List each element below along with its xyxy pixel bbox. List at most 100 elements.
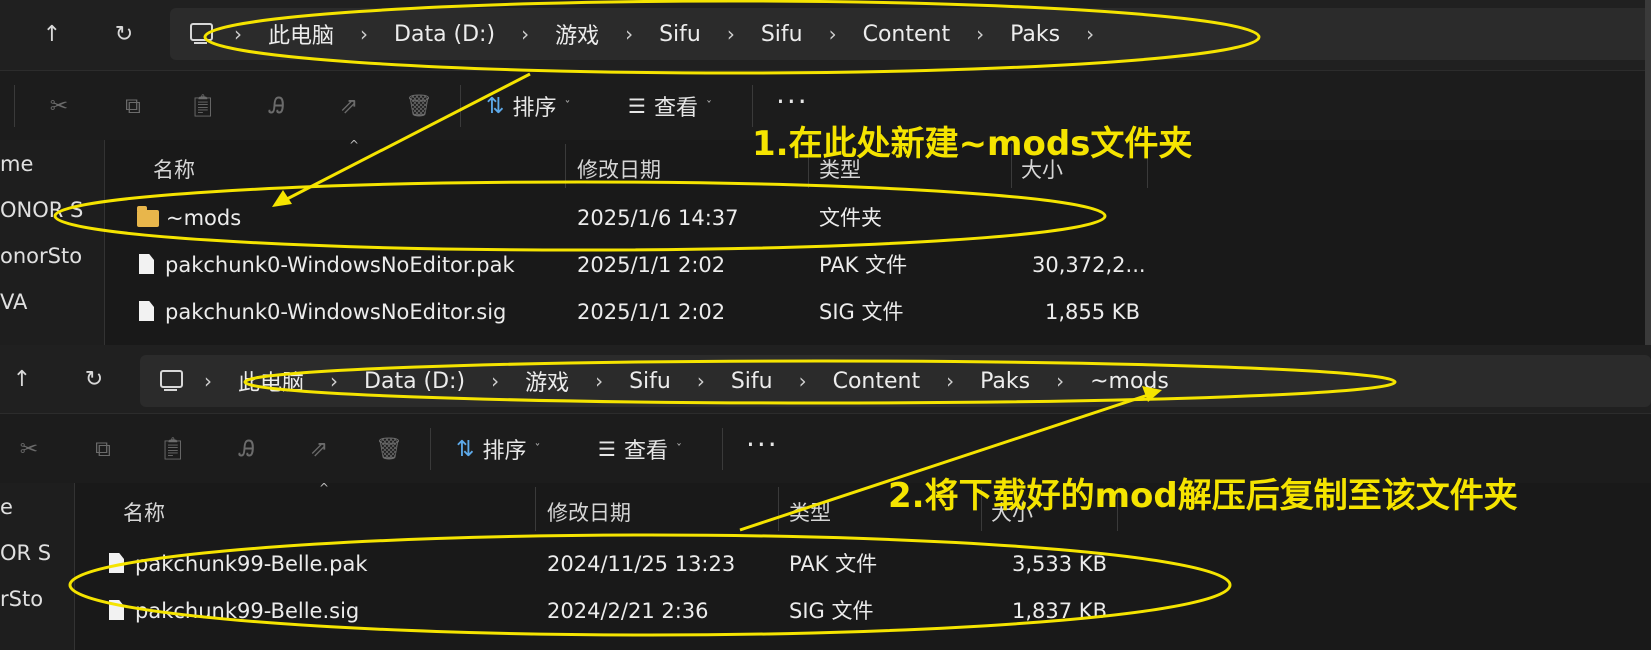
file-date: 2024/11/25 13:23 [547, 552, 736, 576]
copy-icon[interactable]: ⧉ [86, 432, 120, 466]
breadcrumb-games[interactable]: 游戏 [543, 18, 611, 50]
breadcrumb-sifu-sub[interactable]: Sifu [749, 22, 815, 47]
explorer-window-paks: ↑ ↻ › 此电脑 › Data (D:) › 游戏 › Sifu › Sifu… [0, 0, 1651, 345]
breadcrumb-games[interactable]: 游戏 [513, 365, 581, 397]
rename-icon[interactable]: Ꭿ [230, 432, 264, 466]
sort-label: 排序 [512, 96, 557, 121]
file-size: 1,855 KB [1045, 300, 1140, 324]
view-button[interactable]: ☰ 查看 ˇ [628, 89, 712, 123]
refresh-icon[interactable]: ↻ [76, 361, 112, 397]
arrow-up-icon[interactable]: ↑ [34, 16, 70, 52]
toolbar-divider [722, 428, 723, 470]
chevron-right-icon[interactable]: › [1042, 369, 1078, 393]
delete-icon[interactable]: 🗑︎ [372, 432, 406, 466]
file-size: 3,533 KB [1012, 552, 1107, 576]
view-icon: ☰ [628, 94, 646, 118]
file-row[interactable]: pakchunk0-WindowsNoEditor.sig 2025/1/1 2… [105, 289, 1651, 335]
chevron-right-icon[interactable]: › [683, 369, 719, 393]
sort-button[interactable]: ⇅ 排序 ˇ [486, 89, 570, 123]
chevron-right-icon[interactable]: › [220, 22, 256, 46]
column-header-date[interactable]: 修改日期 [577, 154, 661, 184]
chevron-right-icon[interactable]: › [932, 369, 968, 393]
chevron-right-icon[interactable]: › [190, 369, 226, 393]
address-bar[interactable]: › 此电脑 › Data (D:) › 游戏 › Sifu › Sifu › C… [170, 8, 1651, 60]
navigation-pane: e OR S rSto [0, 483, 75, 650]
breadcrumb-drive[interactable]: Data (D:) [382, 22, 507, 47]
file-type: PAK 文件 [789, 552, 878, 576]
window-edge [1645, 0, 1651, 345]
chevron-right-icon[interactable]: › [477, 369, 513, 393]
computer-icon[interactable] [158, 369, 184, 393]
toolbar-divider [430, 428, 431, 470]
chevron-right-icon[interactable]: › [316, 369, 352, 393]
breadcrumb-this-pc[interactable]: 此电脑 [256, 18, 346, 50]
file-date: 2024/2/21 2:36 [547, 599, 709, 623]
nav-item[interactable]: rSto [0, 587, 74, 611]
delete-icon[interactable]: 🗑︎ [402, 89, 436, 123]
computer-icon[interactable] [188, 22, 214, 46]
file-name: pakchunk0-WindowsNoEditor.pak [165, 253, 515, 277]
file-row[interactable]: pakchunk99-Belle.sig 2024/2/21 2:36 SIG … [75, 588, 1651, 634]
more-options-button[interactable]: ··· [746, 428, 779, 461]
cut-icon[interactable]: ✂ [12, 432, 46, 466]
file-name: ~mods [166, 206, 242, 230]
file-type: PAK 文件 [819, 253, 908, 277]
copy-icon[interactable]: ⧉ [116, 89, 150, 123]
nav-item[interactable]: e [0, 495, 74, 519]
navigation-row: ↑ ↻ › 此电脑 › Data (D:) › 游戏 › Sifu › Sifu… [0, 345, 1651, 413]
chevron-right-icon[interactable]: › [581, 369, 617, 393]
chevron-right-icon[interactable]: › [507, 22, 543, 46]
more-options-button[interactable]: ··· [776, 85, 809, 118]
breadcrumb-sifu-sub[interactable]: Sifu [719, 369, 785, 394]
nav-item[interactable]: ONOR S [0, 198, 104, 222]
address-bar[interactable]: › 此电脑 › Data (D:) › 游戏 › Sifu › Sifu › C… [140, 355, 1651, 407]
file-row[interactable]: pakchunk0-WindowsNoEditor.pak 2025/1/1 2… [105, 242, 1651, 288]
nav-item[interactable]: me [0, 152, 104, 176]
view-icon: ☰ [598, 437, 616, 461]
chevron-right-icon[interactable]: › [962, 22, 998, 46]
chevron-down-icon: ˇ [564, 99, 571, 113]
breadcrumb-sifu[interactable]: Sifu [647, 22, 713, 47]
chevron-right-icon[interactable]: › [611, 22, 647, 46]
column-header-type[interactable]: 类型 [789, 497, 831, 527]
breadcrumb-paks[interactable]: Paks [998, 22, 1072, 47]
breadcrumb-drive[interactable]: Data (D:) [352, 369, 477, 394]
paste-icon[interactable]: 📋︎ [156, 432, 190, 466]
nav-item[interactable]: VA [0, 290, 104, 314]
breadcrumb-this-pc[interactable]: 此电脑 [226, 365, 316, 397]
paste-icon[interactable]: 📋︎ [186, 89, 220, 123]
file-date: 2025/1/1 2:02 [577, 253, 726, 277]
cut-icon[interactable]: ✂ [42, 89, 76, 123]
chevron-right-icon[interactable]: › [785, 369, 821, 393]
breadcrumb-content[interactable]: Content [851, 22, 963, 47]
rename-icon[interactable]: Ꭿ [260, 89, 294, 123]
chevron-right-icon[interactable]: › [713, 22, 749, 46]
breadcrumb-content[interactable]: Content [821, 369, 933, 394]
file-name: pakchunk0-WindowsNoEditor.sig [165, 300, 507, 324]
share-icon[interactable]: ⇗ [302, 432, 336, 466]
chevron-right-icon[interactable]: › [346, 22, 382, 46]
column-divider[interactable] [535, 487, 536, 531]
breadcrumb-paks[interactable]: Paks [968, 369, 1042, 394]
column-header-date[interactable]: 修改日期 [547, 497, 631, 527]
file-name: pakchunk99-Belle.pak [135, 552, 368, 576]
sort-button[interactable]: ⇅ 排序 ˇ [456, 432, 540, 466]
file-row[interactable]: ~mods 2025/1/6 14:37 文件夹 [105, 195, 1651, 241]
breadcrumb-sifu[interactable]: Sifu [617, 369, 683, 394]
column-divider[interactable] [565, 144, 566, 188]
annotation-step1: 1.在此处新建~mods文件夹 [752, 124, 1193, 164]
chevron-right-icon[interactable]: › [815, 22, 851, 46]
chevron-right-icon[interactable]: › [1072, 22, 1108, 46]
view-button[interactable]: ☰ 查看 ˇ [598, 432, 682, 466]
column-divider[interactable] [778, 487, 779, 531]
refresh-icon[interactable]: ↻ [106, 16, 142, 52]
nav-item[interactable]: OR S [0, 541, 74, 565]
sort-icon: ⇅ [486, 93, 505, 119]
column-header-name[interactable]: 名称 [153, 154, 195, 184]
column-header-name[interactable]: 名称 [123, 497, 165, 527]
arrow-up-icon[interactable]: ↑ [4, 361, 40, 397]
file-row[interactable]: pakchunk99-Belle.pak 2024/11/25 13:23 PA… [75, 541, 1651, 587]
share-icon[interactable]: ⇗ [332, 89, 366, 123]
breadcrumb-mods[interactable]: ~mods [1078, 369, 1181, 394]
nav-item[interactable]: onorSto [0, 244, 104, 268]
